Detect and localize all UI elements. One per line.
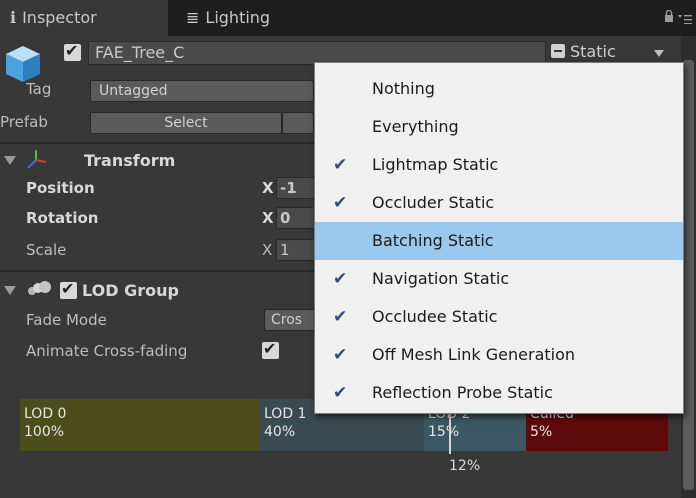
rotation-label: Rotation xyxy=(26,209,99,227)
menu-item-label: Nothing xyxy=(372,79,435,98)
lod-group-title[interactable]: LOD Group xyxy=(82,281,179,300)
fade-mode-label: Fade Mode xyxy=(26,311,107,329)
menu-item-reflection-probe-static[interactable]: ✔ Reflection Probe Static xyxy=(315,374,683,412)
lock-icon[interactable] xyxy=(664,10,674,22)
active-checkbox[interactable] xyxy=(64,41,81,61)
menu-item-label: Everything xyxy=(372,117,459,136)
tab-lighting-label: Lighting xyxy=(205,8,271,27)
menu-item-off-mesh-link-generation[interactable]: ✔ Off Mesh Link Generation xyxy=(315,336,683,374)
checkmark-icon: ✔ xyxy=(333,269,348,289)
prefab-select-button[interactable]: Select xyxy=(90,112,282,134)
static-flags-menu: Nothing Everything ✔ Lightmap Static ✔ O… xyxy=(314,62,684,414)
position-x-field[interactable]: -1 xyxy=(276,177,316,199)
rotation-x-axis-label[interactable]: X xyxy=(262,209,274,227)
menu-item-nothing[interactable]: Nothing xyxy=(315,70,683,108)
tab-menu-icon[interactable] xyxy=(678,14,692,24)
tag-label: Tag xyxy=(26,80,52,98)
lod-segment-percent: 5% xyxy=(530,424,553,440)
lod-group-enabled-checkbox[interactable] xyxy=(60,279,77,299)
gameobject-cube-icon xyxy=(6,46,40,82)
scale-x-field[interactable]: 1 xyxy=(276,239,316,261)
inspector-scrollbar-thumb[interactable] xyxy=(683,60,694,490)
menu-item-label: Occluder Static xyxy=(372,193,495,212)
info-icon: ℹ xyxy=(10,8,17,27)
checkmark-icon: ✔ xyxy=(333,307,348,327)
menu-item-label: Off Mesh Link Generation xyxy=(372,345,576,364)
lod-segment-percent: 15% xyxy=(428,424,460,440)
mixed-dash-icon xyxy=(554,50,562,52)
position-label: Position xyxy=(26,179,95,197)
menu-item-label: Lightmap Static xyxy=(372,155,499,174)
animate-cross-fading-checkbox[interactable] xyxy=(262,339,279,359)
prefab-revert-button[interactable] xyxy=(282,112,314,134)
menu-item-lightmap-static[interactable]: ✔ Lightmap Static xyxy=(315,146,683,184)
menu-item-navigation-static[interactable]: ✔ Navigation Static xyxy=(315,260,683,298)
transform-foldout-icon[interactable] xyxy=(4,156,16,165)
transform-title[interactable]: Transform xyxy=(84,151,175,170)
checkmark-icon: ✔ xyxy=(333,383,348,403)
menu-item-label: Reflection Probe Static xyxy=(372,383,553,402)
position-x-axis-label[interactable]: X xyxy=(262,179,274,197)
scale-label: Scale xyxy=(26,241,67,259)
lod-segment-percent: 100% xyxy=(24,424,65,440)
fade-mode-dropdown[interactable]: Cros xyxy=(264,309,316,331)
static-checkbox[interactable] xyxy=(551,44,565,58)
rotation-x-field[interactable]: 0 xyxy=(276,207,316,229)
checkmark-icon: ✔ xyxy=(333,345,348,365)
lod-segment-0[interactable]: LOD 0 100% xyxy=(20,399,260,451)
prefab-label: Prefab xyxy=(0,113,48,131)
tab-lighting[interactable]: ≣ Lighting xyxy=(176,0,316,36)
lod-current-percent: 12% xyxy=(449,458,481,474)
lod-foldout-icon[interactable] xyxy=(4,286,16,295)
animate-cross-fading-label: Animate Cross-fading xyxy=(26,342,188,360)
static-dropdown-arrow-icon[interactable] xyxy=(654,50,664,57)
menu-item-label: Navigation Static xyxy=(372,269,510,288)
tag-dropdown[interactable]: Untagged xyxy=(90,80,314,102)
lighting-icon: ≣ xyxy=(186,8,200,27)
menu-item-occluder-static[interactable]: ✔ Occluder Static xyxy=(315,184,683,222)
menu-item-label: Batching Static xyxy=(372,231,494,250)
tab-inspector[interactable]: ℹ Inspector xyxy=(0,0,168,36)
checkmark-icon: ✔ xyxy=(333,155,348,175)
lod-segment-percent: 40% xyxy=(264,424,296,440)
scale-x-axis-label[interactable]: X xyxy=(262,241,272,259)
menu-item-batching-static[interactable]: Batching Static xyxy=(315,222,683,260)
lod-segment-name: LOD 0 xyxy=(24,406,67,422)
checkmark-icon: ✔ xyxy=(333,193,348,213)
tab-inspector-label: Inspector xyxy=(22,8,97,27)
menu-item-occludee-static[interactable]: ✔ Occludee Static xyxy=(315,298,683,336)
transform-axis-icon xyxy=(27,150,47,169)
lod-group-icon xyxy=(28,281,51,295)
menu-item-label: Occludee Static xyxy=(372,307,498,326)
static-label[interactable]: Static xyxy=(570,42,616,61)
menu-item-everything[interactable]: Everything xyxy=(315,108,683,146)
tab-bar: ℹ Inspector ≣ Lighting xyxy=(0,0,696,36)
